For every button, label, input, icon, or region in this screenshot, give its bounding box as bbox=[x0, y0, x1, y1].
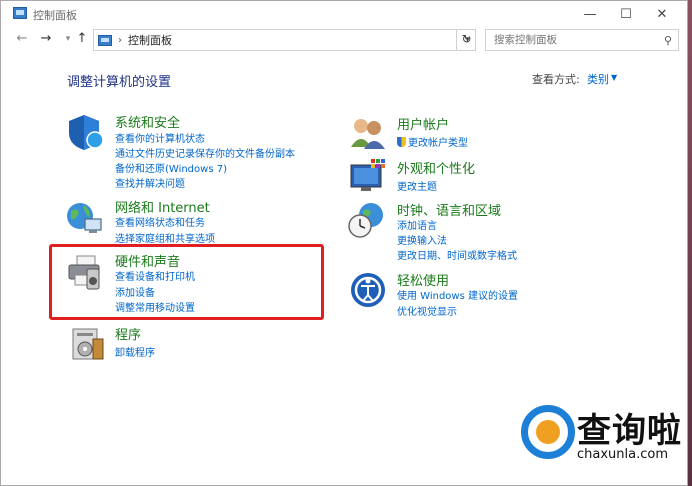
programs-disc-icon[interactable] bbox=[69, 325, 107, 363]
control-panel-app-icon bbox=[13, 7, 27, 19]
link-network-status[interactable]: 查看网络状态和任务 bbox=[115, 214, 205, 229]
watermark-logo-icon bbox=[521, 405, 575, 459]
clock-globe-icon[interactable] bbox=[347, 201, 385, 239]
highlight-box bbox=[49, 244, 324, 320]
link-homegroup-sharing[interactable]: 选择家庭组和共享选项 bbox=[115, 230, 215, 245]
search-box[interactable]: ⚲ bbox=[485, 29, 679, 51]
page-title: 调整计算机的设置 bbox=[67, 75, 172, 90]
control-panel-icon bbox=[98, 34, 112, 46]
watermark-text: 查询啦 bbox=[577, 411, 682, 451]
forward-button[interactable]: → bbox=[37, 31, 55, 46]
link-date-time-format[interactable]: 更改日期、时间或数字格式 bbox=[397, 247, 517, 262]
link-uninstall-program[interactable]: 卸载程序 bbox=[115, 344, 155, 359]
refresh-button[interactable]: ↻ bbox=[456, 29, 476, 51]
users-icon[interactable] bbox=[349, 115, 387, 153]
up-button[interactable]: ↑ bbox=[73, 31, 91, 46]
address-bar[interactable]: › 控制面板 ▾ bbox=[93, 29, 476, 51]
link-recommended-settings[interactable]: 使用 Windows 建议的设置 bbox=[397, 287, 518, 302]
link-troubleshoot[interactable]: 查找并解决问题 bbox=[115, 175, 185, 190]
window-title: 控制面板 bbox=[33, 9, 77, 22]
category-title-users[interactable]: 用户帐户 bbox=[397, 114, 449, 133]
control-panel-window: 控制面板 — ☐ ✕ ← → ▾ ↑ › 控制面板 ▾ ↻ ⚲ 调整计算机的设置… bbox=[0, 0, 688, 486]
link-view-computer-status[interactable]: 查看你的计算机状态 bbox=[115, 130, 205, 145]
category-title-appearance[interactable]: 外观和个性化 bbox=[397, 158, 475, 177]
watermark-url: chaxunla.com bbox=[577, 447, 668, 462]
navigation-bar: ← → ▾ ↑ › 控制面板 ▾ ↻ ⚲ bbox=[1, 27, 687, 55]
maximize-button[interactable]: ☐ bbox=[609, 3, 643, 25]
category-title-programs[interactable]: 程序 bbox=[115, 324, 141, 343]
close-button[interactable]: ✕ bbox=[645, 3, 679, 25]
link-add-language[interactable]: 添加语言 bbox=[397, 217, 437, 232]
category-title-system[interactable]: 系统和安全 bbox=[115, 112, 180, 131]
view-by-label: 查看方式: bbox=[532, 73, 580, 86]
view-by-dropdown[interactable]: 类别 bbox=[587, 71, 609, 87]
minimize-button[interactable]: — bbox=[573, 3, 607, 25]
link-change-input-method[interactable]: 更换输入法 bbox=[397, 232, 447, 247]
shield-icon[interactable] bbox=[67, 113, 105, 151]
link-backup-restore[interactable]: 备份和还原(Windows 7) bbox=[115, 160, 227, 175]
chevron-down-icon[interactable]: ▼ bbox=[611, 73, 617, 82]
title-bar: 控制面板 — ☐ ✕ bbox=[1, 1, 687, 27]
link-file-history[interactable]: 通过文件历史记录保存你的文件备份副本 bbox=[115, 145, 295, 160]
ease-of-access-icon[interactable] bbox=[349, 271, 387, 309]
search-icon[interactable]: ⚲ bbox=[658, 34, 678, 47]
search-input[interactable] bbox=[486, 34, 658, 46]
breadcrumb-separator-icon: › bbox=[118, 34, 122, 46]
link-change-theme[interactable]: 更改主题 bbox=[397, 178, 437, 193]
uac-shield-icon bbox=[397, 137, 406, 147]
back-button[interactable]: ← bbox=[13, 31, 31, 46]
globe-network-icon[interactable] bbox=[65, 199, 103, 237]
monitor-palette-icon[interactable] bbox=[349, 157, 387, 195]
link-optimize-visual[interactable]: 优化视觉显示 bbox=[397, 303, 457, 318]
link-change-account-type[interactable]: 更改帐户类型 bbox=[397, 134, 468, 149]
link-change-account-type-label: 更改帐户类型 bbox=[408, 138, 468, 149]
breadcrumb-control-panel[interactable]: 控制面板 bbox=[128, 32, 459, 48]
